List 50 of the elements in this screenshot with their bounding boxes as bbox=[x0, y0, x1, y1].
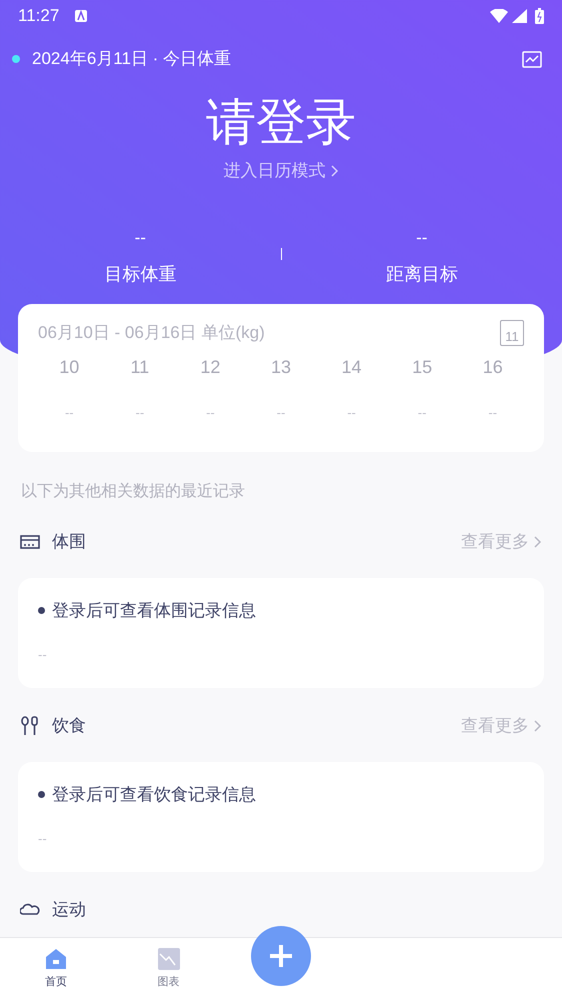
record-message: 登录后可查看体围记录信息 bbox=[52, 600, 256, 622]
signal-icon bbox=[512, 9, 527, 23]
status-time: 11:27 bbox=[18, 5, 60, 28]
day-value: -- bbox=[347, 404, 356, 422]
day-value: -- bbox=[206, 404, 215, 422]
day-value: -- bbox=[136, 404, 144, 422]
day-number[interactable]: 16 bbox=[482, 354, 503, 380]
stat-label: 距离目标 bbox=[386, 262, 458, 286]
chevron-icon bbox=[330, 164, 338, 177]
date-label: 2024年6月11日 · 今日体重 bbox=[32, 48, 232, 70]
day-value: -- bbox=[276, 404, 286, 422]
chart-icon bbox=[158, 948, 180, 970]
section-title: 运动 bbox=[52, 898, 86, 921]
day-number[interactable]: 14 bbox=[342, 354, 362, 380]
recent-hint: 以下为其他相关数据的最近记录 bbox=[20, 482, 246, 502]
calendar-mode-link[interactable]: 进入日历模式 bbox=[224, 158, 338, 184]
chevron-icon bbox=[533, 720, 542, 732]
day-number[interactable]: 15 bbox=[412, 354, 432, 380]
record-value: -- bbox=[38, 646, 48, 664]
day-number[interactable]: 11 bbox=[130, 354, 150, 380]
day-number[interactable]: 13 bbox=[270, 354, 291, 380]
stat-value: -- bbox=[134, 226, 146, 248]
week-range: 06月10日 - 06月16日 单位(kg) bbox=[38, 322, 265, 344]
chart-icon[interactable] bbox=[522, 50, 542, 68]
day-value: -- bbox=[418, 404, 426, 422]
record-message: 登录后可查看饮食记录信息 bbox=[52, 784, 256, 806]
login-title[interactable]: 请登录 bbox=[206, 92, 356, 152]
day-number[interactable]: 12 bbox=[200, 354, 220, 380]
stat-value: -- bbox=[416, 226, 428, 248]
plus-icon bbox=[268, 943, 294, 969]
bullet-icon bbox=[38, 790, 45, 798]
nav-tab[interactable]: 图表 bbox=[112, 938, 225, 999]
calendar-icon[interactable]: 11 bbox=[500, 320, 524, 346]
section-title: 体围 bbox=[52, 530, 86, 553]
battery-icon bbox=[535, 8, 544, 24]
wifi-icon bbox=[490, 9, 508, 23]
stat-label: 目标体重 bbox=[104, 262, 176, 286]
day-value: -- bbox=[488, 404, 498, 422]
home-icon bbox=[45, 948, 68, 970]
see-more-link[interactable]: 查看更多 bbox=[461, 712, 542, 738]
chevron-icon bbox=[533, 536, 542, 548]
nav-tab[interactable]: 首页 bbox=[0, 938, 112, 999]
see-more-link[interactable]: 查看更多 bbox=[461, 528, 542, 554]
cloud-icon bbox=[20, 902, 40, 916]
record-value: -- bbox=[38, 830, 48, 848]
utensils-icon bbox=[20, 716, 40, 736]
day-value: -- bbox=[64, 404, 74, 422]
day-number[interactable]: 10 bbox=[59, 354, 80, 380]
bullet-icon bbox=[38, 606, 45, 614]
section-title: 饮食 bbox=[52, 714, 86, 737]
